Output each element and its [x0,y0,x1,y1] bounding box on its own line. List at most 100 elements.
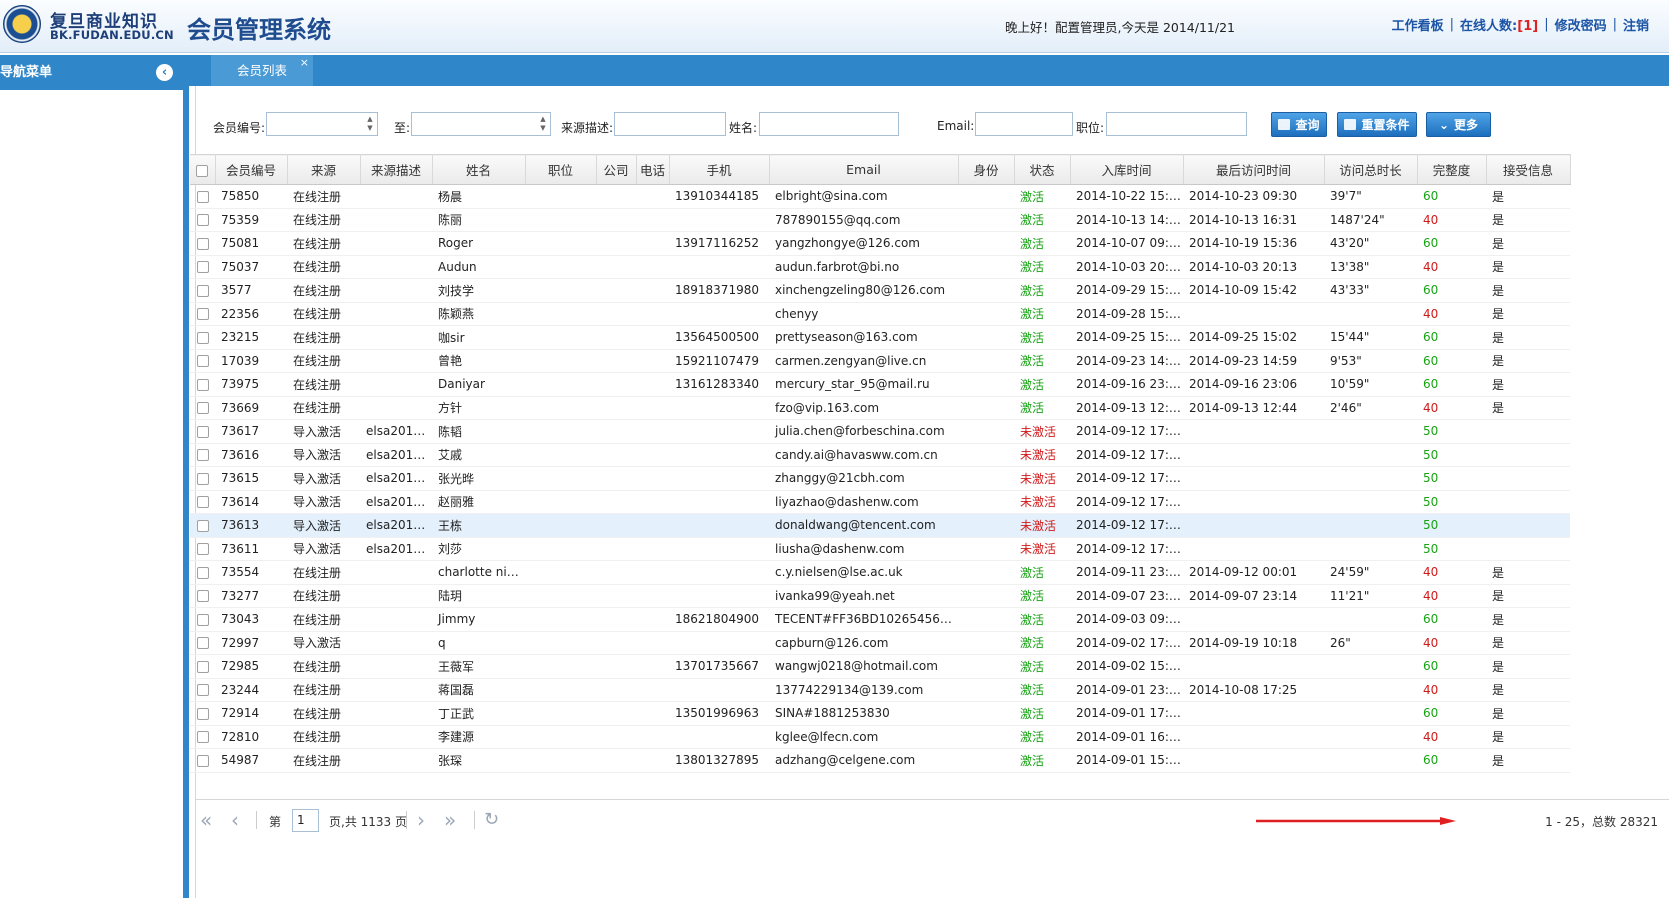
table-row[interactable]: 72985 在线注册 王薇军 13701735667 wangwj0218@hotmai… [190,654,1570,679]
row-checkbox[interactable] [190,584,215,608]
row-checkbox[interactable] [190,372,215,397]
table-cell: 导入激活 [287,466,360,491]
row-checkbox[interactable] [190,208,215,232]
table-cell [1324,725,1417,749]
table-row[interactable]: 75359 在线注册 陈丽 787890155@qq.com 激活 2014-10-13 … [190,208,1570,232]
position-input[interactable] [1106,112,1247,136]
column-header[interactable]: 会员编号 [215,154,288,185]
table-cell: 22356 [215,302,287,326]
row-checkbox[interactable] [190,419,215,444]
table-row[interactable]: 73615 导入激活 elsa201409 张光晔 zhanggy@21cbh.com 未… [190,466,1570,491]
query-button[interactable]: 查询 [1271,112,1327,137]
row-checkbox[interactable] [190,701,215,726]
row-checkbox[interactable] [190,725,215,749]
column-header[interactable]: 来源描述 [360,154,433,185]
column-header[interactable]: 最后访问时间 [1183,154,1325,185]
row-checkbox[interactable] [190,631,215,655]
spinner-icon[interactable]: ▲ ▼ [365,115,375,133]
table-row[interactable]: 72997 导入激活 q capburn@126.com 激活 2014-09-02 17… [190,631,1570,655]
email-input[interactable] [975,112,1073,136]
name-input[interactable] [759,112,899,136]
table-row[interactable]: 23244 在线注册 蒋国磊 13774229134@139.com 激活 2014-09… [190,678,1570,702]
table-row[interactable]: 73554 在线注册 charlotte niel… c.y.nielsen@lse.… [190,560,1570,585]
table-row[interactable]: 73043 在线注册 Jimmy 18621804900 TECENT#FF36BD10… [190,607,1570,632]
row-checkbox[interactable] [190,349,215,373]
table-row[interactable]: 73669 在线注册 方针 fzo@vip.163.com 激活 2014-09-13 1… [190,396,1570,420]
close-icon[interactable]: × [300,47,309,78]
table-cell: 60 [1417,607,1486,632]
row-checkbox[interactable] [190,513,215,538]
total-pages-text: 页,共 1133 页 [329,815,407,829]
chevron-left-icon[interactable]: ‹ [156,64,173,81]
member-no-from-input[interactable]: ▲ ▼ [266,112,378,136]
table-row[interactable]: 73613 导入激活 elsa201409 王栋 donaldwang@tencent.… [190,513,1570,538]
table-row[interactable]: 23215 在线注册 咖sir 13564500500 prettyseason@163… [190,325,1570,350]
table-cell [596,748,636,773]
column-header[interactable]: 接受信息 [1486,154,1571,185]
refresh-icon[interactable]: ↻ [484,809,499,830]
row-checkbox[interactable] [190,396,215,420]
workboard-link[interactable]: 工作看板 [1392,15,1444,34]
table-row[interactable]: 3577 在线注册 刘技学 18918371980 xinchengzeling80@1… [190,278,1570,303]
more-button[interactable]: ⌄ 更多 [1426,112,1491,137]
row-checkbox[interactable] [190,678,215,702]
column-header[interactable]: 入库时间 [1070,154,1184,185]
row-checkbox[interactable] [190,466,215,491]
tab-member-list[interactable]: 会员列表 × [211,55,313,86]
column-header[interactable]: 职位 [525,154,597,185]
reset-button[interactable]: 重置条件 [1337,112,1417,137]
first-page-icon[interactable]: « [200,808,212,832]
column-header[interactable]: 访问总时长 [1324,154,1418,185]
column-header[interactable]: 来源 [287,154,361,185]
table-row[interactable]: 73614 导入激活 elsa201409 赵丽雅 liyazhao@dashenw.c… [190,490,1570,514]
column-header[interactable]: 姓名 [432,154,526,185]
spinner-icon[interactable]: ▲ ▼ [538,115,548,133]
table-row[interactable]: 75037 在线注册 Audun audun.farbrot@bi.no 激活 2014-… [190,255,1570,279]
row-checkbox[interactable] [190,302,215,326]
row-checkbox[interactable] [190,231,215,256]
member-no-to-input[interactable]: ▲ ▼ [411,112,551,136]
select-all-checkbox[interactable] [190,154,216,185]
row-checkbox[interactable] [190,748,215,773]
page-number-input[interactable]: 1 [292,809,319,832]
row-checkbox[interactable] [190,443,215,467]
table-row[interactable]: 73611 导入激活 elsa201409 刘莎 liusha@dashenw.com 未… [190,537,1570,561]
table-cell [636,560,669,585]
table-row[interactable]: 73616 导入激活 elsa201409 艾戚 candy.ai@havasww.co… [190,443,1570,467]
row-checkbox[interactable] [190,654,215,679]
table-row[interactable]: 73617 导入激活 elsa201409 陈韬 julia.chen@forbesch… [190,419,1570,444]
column-header[interactable]: 完整度 [1417,154,1487,185]
change-password-link[interactable]: 修改密码 [1555,15,1607,34]
table-cell: 75359 [215,208,287,232]
row-checkbox[interactable] [190,325,215,350]
row-checkbox[interactable] [190,255,215,279]
row-checkbox[interactable] [190,490,215,514]
table-row[interactable]: 75081 在线注册 Roger 13917116252 yangzhongye@126… [190,231,1570,256]
row-checkbox[interactable] [190,607,215,632]
table-row[interactable]: 17039 在线注册 曾艳 15921107479 carmen.zengyan@liv… [190,349,1570,373]
logout-link[interactable]: 注销 [1623,15,1649,34]
online-users-link[interactable]: 在线人数:[1] [1460,15,1538,34]
row-checkbox[interactable] [190,537,215,561]
table-row[interactable]: 54987 在线注册 张琛 13801327895 adzhang@celgene.co… [190,748,1570,773]
row-checkbox[interactable] [190,560,215,585]
table-row[interactable]: 75850 在线注册 杨晨 13910344185 elbright@sina.com 激… [190,184,1570,209]
column-header[interactable]: 状态 [1014,154,1071,185]
row-checkbox[interactable] [190,278,215,303]
column-header[interactable]: 公司 [596,154,637,185]
column-header[interactable]: 手机 [669,154,770,185]
table-row[interactable]: 73277 在线注册 陆玥 ivanka99@yeah.net 激活 2014-09-07… [190,584,1570,608]
next-page-icon[interactable]: › [417,808,425,832]
prev-page-icon[interactable]: ‹ [231,808,239,832]
table-row[interactable]: 22356 在线注册 陈颖燕 chenyy 激活 2014-09-28 15:30 40 是 [190,302,1570,326]
source-desc-input[interactable] [614,112,726,136]
last-page-icon[interactable]: » [444,808,456,832]
row-checkbox[interactable] [190,184,215,209]
table-cell [596,255,636,279]
column-header[interactable]: 身份 [958,154,1015,185]
table-row[interactable]: 72810 在线注册 李建源 kglee@lfecn.com 激活 2014-09-01 … [190,725,1570,749]
table-row[interactable]: 72914 在线注册 丁正武 13501996963 SINA#1881253830 激活… [190,701,1570,726]
table-row[interactable]: 73975 在线注册 Daniyar 13161283340 mercury_star_… [190,372,1570,397]
column-header[interactable]: Email [769,154,959,185]
column-header[interactable]: 电话 [636,154,670,185]
